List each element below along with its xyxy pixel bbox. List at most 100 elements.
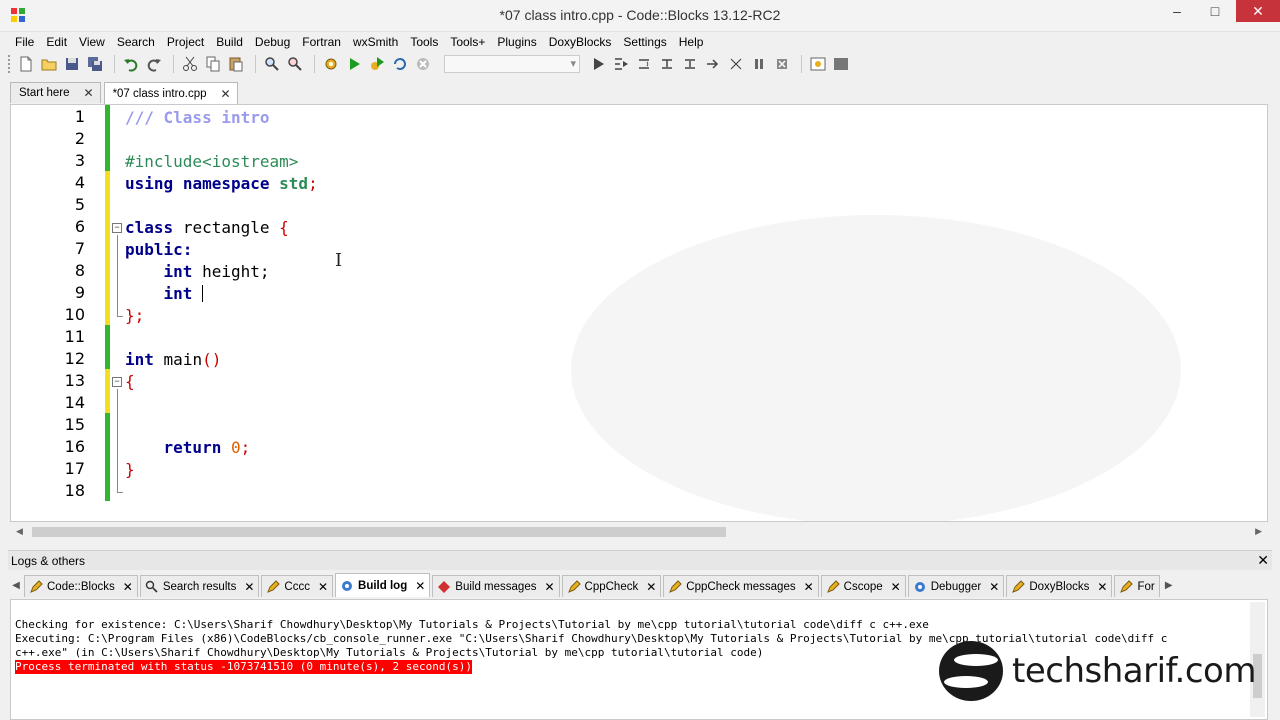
close-window-icon[interactable]: ✕ <box>1236 0 1280 22</box>
debug-windows-icon[interactable] <box>808 54 828 74</box>
log-tab-codeblocks[interactable]: Code::Blocks ✕ <box>24 575 138 597</box>
close-tab-icon[interactable]: ✕ <box>244 580 254 594</box>
new-file-icon[interactable] <box>16 54 36 74</box>
scroll-right-icon[interactable]: ▶ <box>1255 523 1262 540</box>
code-editor[interactable]: 1 2 3 4 5 6 7 8 9 10 11 12 13 14 15 16 1… <box>10 104 1268 522</box>
menu-tools[interactable]: Tools <box>404 33 444 51</box>
menu-file[interactable]: File <box>9 33 40 51</box>
menu-plugins[interactable]: Plugins <box>491 33 542 51</box>
close-tab-icon[interactable]: ✕ <box>1097 580 1107 594</box>
code-line-12: int main() <box>125 349 221 371</box>
log-tab-cppcheck[interactable]: CppCheck ✕ <box>561 575 662 597</box>
close-tab-icon[interactable]: ✕ <box>891 580 901 594</box>
toolbar-grip[interactable] <box>8 55 12 73</box>
close-tab-icon[interactable]: ✕ <box>84 86 94 100</box>
tab-start-here[interactable]: Start here ✕ <box>10 82 101 103</box>
close-tab-icon[interactable]: ✕ <box>544 580 554 594</box>
menu-build[interactable]: Build <box>210 33 249 51</box>
menu-settings[interactable]: Settings <box>617 33 672 51</box>
menu-edit[interactable]: Edit <box>40 33 73 51</box>
punctuation: () <box>202 350 222 369</box>
fold-toggle-icon[interactable]: − <box>112 223 122 233</box>
copy-icon[interactable] <box>203 54 223 74</box>
log-tab-fortran[interactable]: For <box>1114 575 1160 597</box>
build-and-run-icon[interactable] <box>367 54 387 74</box>
menu-fortran[interactable]: Fortran <box>296 33 347 51</box>
pencil-icon <box>267 579 281 593</box>
log-tab-cccc[interactable]: Cccc ✕ <box>261 575 334 597</box>
redo-icon[interactable] <box>144 54 164 74</box>
code-line-9: int <box>125 283 204 305</box>
tab-scroll-right-icon[interactable]: ▶ <box>1162 580 1176 591</box>
log-tab-doxyblocks[interactable]: DoxyBlocks ✕ <box>1006 575 1113 597</box>
close-tab-icon[interactable]: ✕ <box>221 87 231 101</box>
close-panel-icon[interactable]: ✕ <box>1257 552 1269 569</box>
scroll-left-icon[interactable]: ◀ <box>16 523 23 540</box>
comment-text: /// Class intro <box>125 108 270 127</box>
identifier: main <box>163 350 203 369</box>
close-tab-icon[interactable]: ✕ <box>989 580 999 594</box>
menu-wxsmith[interactable]: wxSmith <box>347 33 404 51</box>
replace-icon[interactable] <box>285 54 305 74</box>
log-tab-build-messages[interactable]: Build messages ✕ <box>432 575 560 597</box>
log-tab-debugger[interactable]: Debugger ✕ <box>907 575 1005 597</box>
scrollbar-thumb[interactable] <box>32 527 726 537</box>
cut-icon[interactable] <box>180 54 200 74</box>
preprocessor-text: #include<iostream> <box>125 152 299 171</box>
step-into-instruction-icon[interactable] <box>726 54 746 74</box>
gear-icon <box>914 581 925 592</box>
stop-debugger-icon[interactable] <box>772 54 792 74</box>
tab-label: Build log <box>358 579 408 592</box>
magnifier-icon <box>145 580 158 593</box>
close-tab-icon[interactable]: ✕ <box>415 579 425 593</box>
log-tab-cppcheck-messages[interactable]: CppCheck messages ✕ <box>663 575 819 597</box>
find-icon[interactable] <box>262 54 282 74</box>
close-tab-icon[interactable]: ✕ <box>804 580 814 594</box>
tab-scroll-left-icon[interactable]: ◀ <box>8 580 24 591</box>
debug-continue-icon[interactable] <box>588 54 608 74</box>
fold-toggle-icon[interactable]: − <box>112 377 122 387</box>
keyword: int <box>163 284 193 303</box>
next-line-icon[interactable] <box>634 54 654 74</box>
step-into-icon[interactable] <box>657 54 677 74</box>
log-line: c++.exe" (in C:\Users\Sharif Chowdhury\D… <box>15 646 764 659</box>
menu-help[interactable]: Help <box>673 33 710 51</box>
run-to-cursor-icon[interactable] <box>611 54 631 74</box>
paste-icon[interactable] <box>226 54 246 74</box>
maximize-icon[interactable]: □ <box>1200 0 1230 22</box>
save-icon[interactable] <box>62 54 82 74</box>
log-tab-cscope[interactable]: Cscope ✕ <box>820 575 906 597</box>
minimize-icon[interactable]: – <box>1162 0 1192 22</box>
abort-icon[interactable] <box>413 54 433 74</box>
pencil-icon <box>567 579 581 593</box>
editor-horizontal-scrollbar[interactable]: ◀ ▶ <box>10 523 1268 540</box>
build-target-select[interactable] <box>444 55 580 73</box>
open-file-icon[interactable] <box>39 54 59 74</box>
menu-search[interactable]: Search <box>111 33 161 51</box>
various-info-icon[interactable] <box>831 54 851 74</box>
close-tab-icon[interactable]: ✕ <box>123 580 133 594</box>
build-gear-icon[interactable] <box>321 54 341 74</box>
toolbar-separator <box>801 55 802 73</box>
close-tab-icon[interactable]: ✕ <box>318 580 328 594</box>
menu-tools-plus[interactable]: Tools+ <box>444 33 491 51</box>
line-number: 12 <box>64 349 85 368</box>
menu-project[interactable]: Project <box>161 33 210 51</box>
run-icon[interactable] <box>344 54 364 74</box>
undo-icon[interactable] <box>121 54 141 74</box>
menu-debug[interactable]: Debug <box>249 33 296 51</box>
rebuild-icon[interactable] <box>390 54 410 74</box>
menu-doxyblocks[interactable]: DoxyBlocks <box>543 33 618 51</box>
log-tab-build-log[interactable]: Build log ✕ <box>335 573 431 597</box>
step-out-icon[interactable] <box>680 54 700 74</box>
menu-view[interactable]: View <box>73 33 111 51</box>
next-instruction-icon[interactable] <box>703 54 723 74</box>
tab-class-intro-cpp[interactable]: *07 class intro.cpp ✕ <box>103 82 238 104</box>
save-all-icon[interactable] <box>85 54 105 74</box>
keyword: return <box>163 438 222 457</box>
close-tab-icon[interactable]: ✕ <box>646 580 656 594</box>
pause-icon[interactable] <box>749 54 769 74</box>
menu-bar: File Edit View Search Project Build Debu… <box>0 32 1280 52</box>
log-tab-search-results[interactable]: Search results ✕ <box>139 575 260 597</box>
tab-label: Debugger <box>930 580 982 593</box>
